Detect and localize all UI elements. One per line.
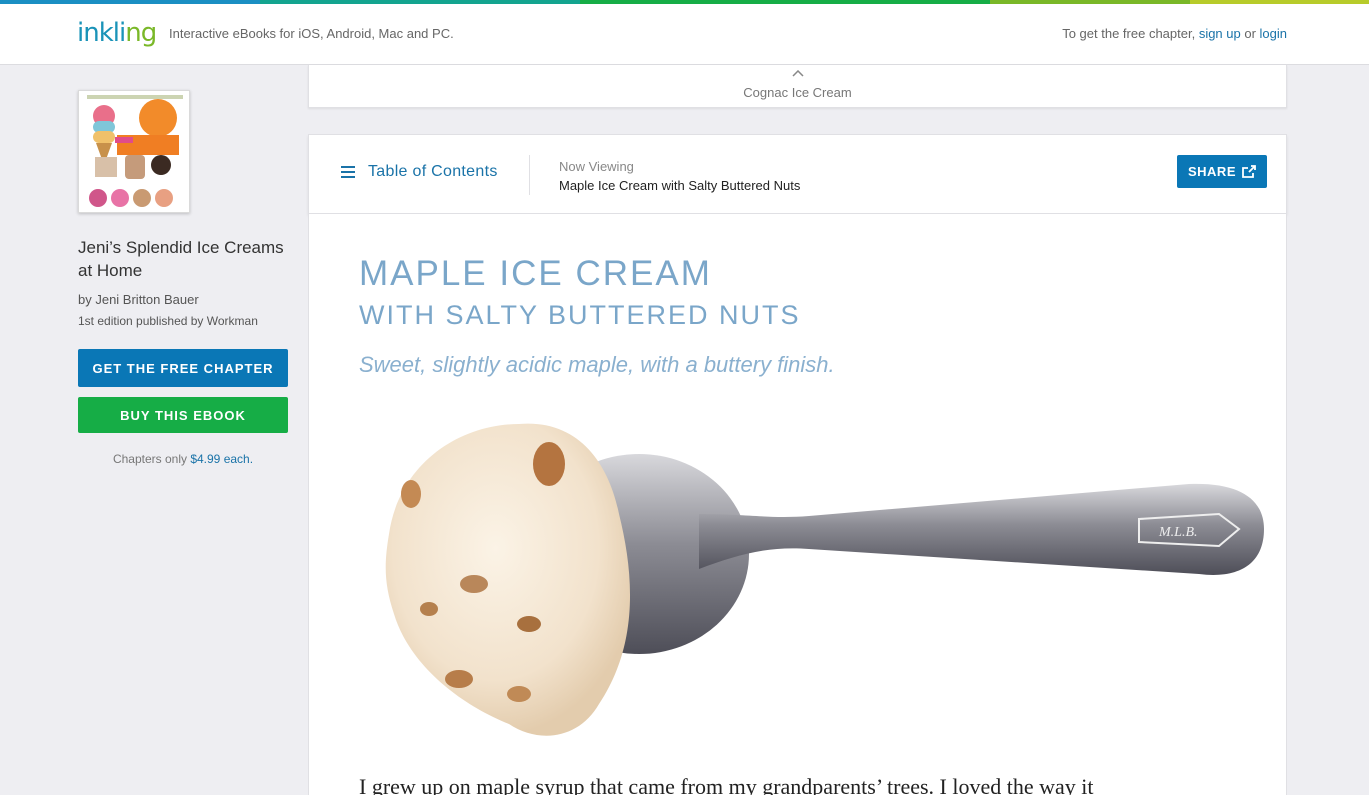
article-body-text: I grew up on maple syrup that came from … — [359, 774, 1094, 795]
reader-toolbar: Table of Contents Now Viewing Maple Ice … — [308, 134, 1287, 214]
toc-label: Table of Contents — [368, 163, 498, 180]
book-title: Jeni’s Splendid Ice Creams at Home — [78, 238, 284, 280]
now-viewing-label: Now Viewing — [559, 159, 634, 174]
external-share-icon — [1242, 165, 1256, 178]
table-of-contents-button[interactable]: Table of Contents — [341, 163, 498, 181]
chevron-up-icon — [309, 69, 1286, 80]
toolbar-divider — [529, 155, 530, 195]
article-tagline: Sweet, slightly acidic maple, with a but… — [359, 352, 835, 377]
share-button[interactable]: SHARE — [1177, 155, 1267, 188]
header-cta: To get the free chapter, sign up or logi… — [1062, 26, 1287, 41]
article-content: MAPLE ICE CREAM WITH SALTY BUTTERED NUTS… — [308, 214, 1287, 795]
book-author: by Jeni Britton Bauer — [78, 292, 199, 307]
book-cover-image[interactable] — [78, 90, 190, 213]
article-heading: MAPLE ICE CREAM — [359, 254, 712, 293]
buy-ebook-button[interactable]: BUY THIS EBOOK — [78, 397, 288, 433]
get-free-chapter-button[interactable]: GET THE FREE CHAPTER — [78, 349, 288, 387]
ice-cream-spoon-image: M.L.B. — [385, 423, 1264, 736]
now-viewing-title: Maple Ice Cream with Salty Buttered Nuts — [559, 178, 801, 193]
price-prefix: Chapters only — [112, 452, 191, 466]
cta-or: or — [1240, 26, 1260, 41]
menu-icon — [341, 166, 355, 178]
site-header: inkling Interactive eBooks for iOS, Andr… — [0, 4, 1369, 65]
share-label: SHARE — [1187, 164, 1236, 179]
spoon-engraving: M.L.B. — [1158, 525, 1198, 540]
price-link[interactable]: $4.99 each. — [190, 452, 253, 466]
cta-prefix: To get the free chapter, — [1062, 26, 1199, 41]
login-link[interactable]: login — [1260, 26, 1287, 41]
previous-chapter-link[interactable]: Cognac Ice Cream — [308, 65, 1287, 108]
previous-chapter-label: Cognac Ice Cream — [743, 85, 852, 100]
inkling-logo[interactable]: inkling — [77, 18, 157, 48]
article-subheading: WITH SALTY BUTTERED NUTS — [359, 300, 801, 330]
sign-up-link[interactable]: sign up — [1199, 26, 1241, 41]
header-tagline: Interactive eBooks for iOS, Android, Mac… — [169, 26, 454, 41]
chapter-price: Chapters only $4.99 each. — [78, 452, 288, 466]
book-edition: 1st edition published by Workman — [78, 314, 258, 328]
